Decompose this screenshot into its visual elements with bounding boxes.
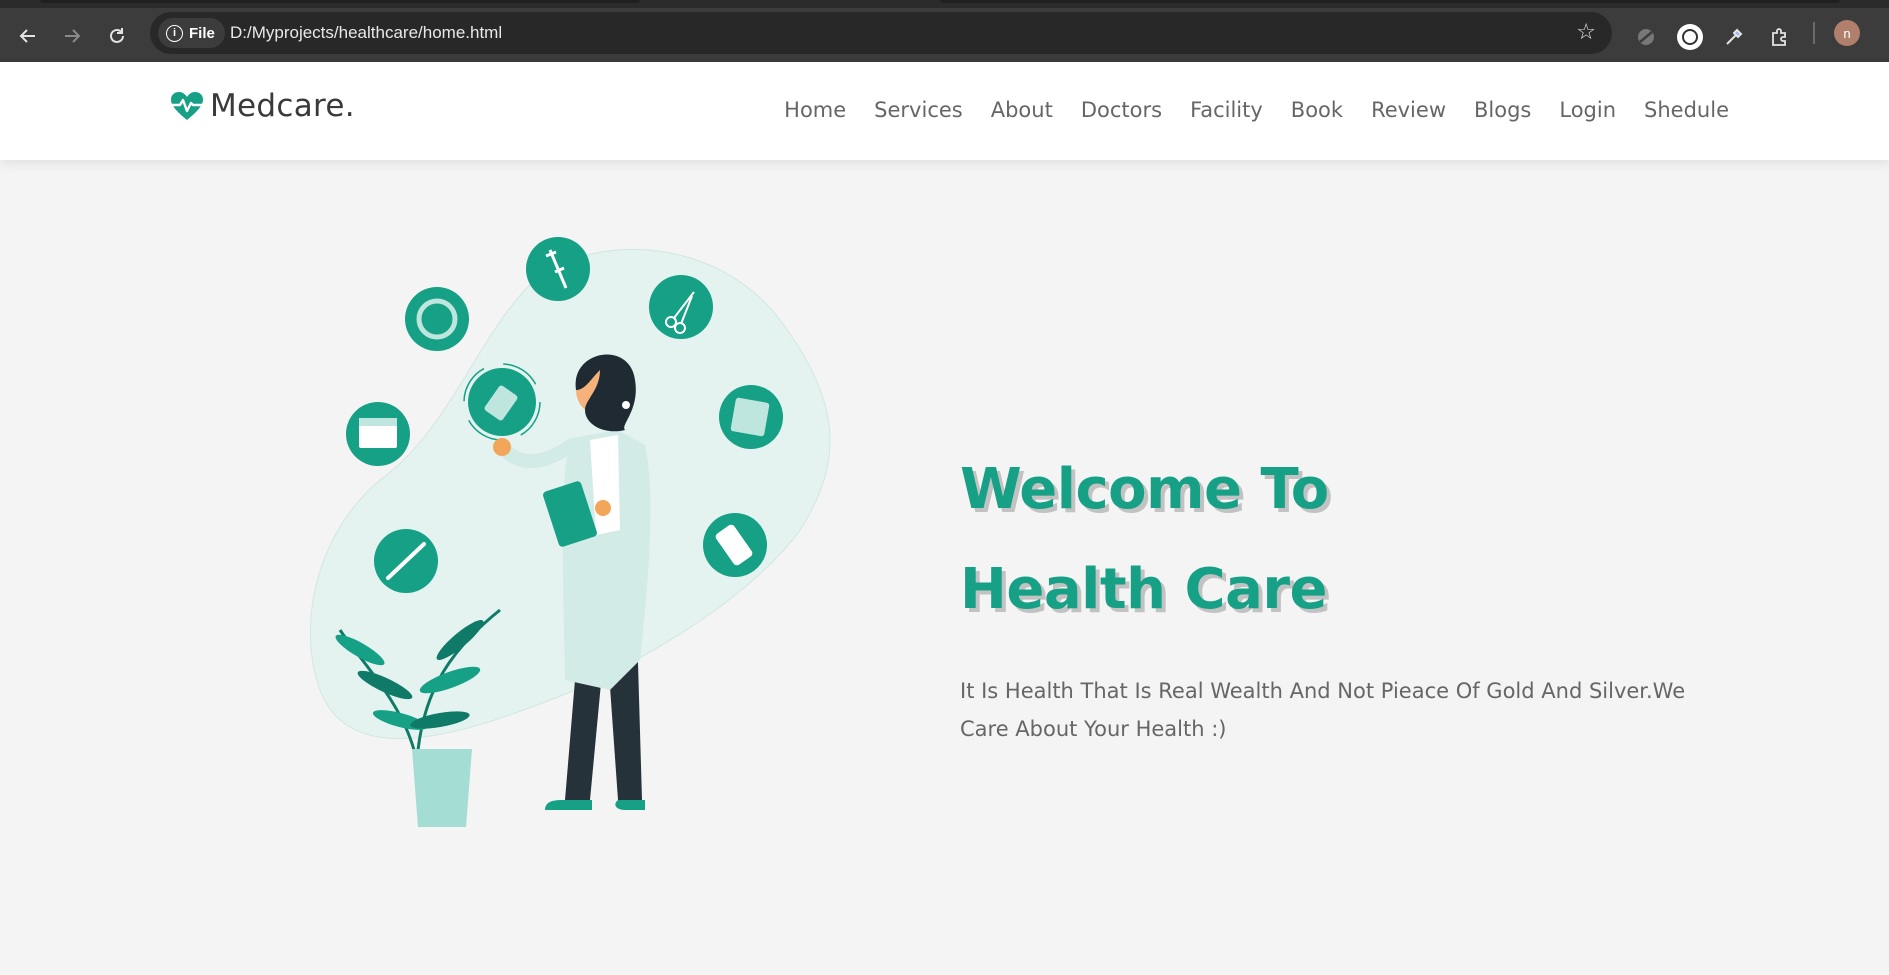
nav-login[interactable]: Login xyxy=(1559,98,1616,122)
main-nav: Home Services About Doctors Facility Boo… xyxy=(784,98,1729,122)
forward-arrow-icon xyxy=(65,29,81,43)
eyedropper-icon[interactable] xyxy=(1719,22,1749,52)
tab[interactable] xyxy=(940,0,1840,3)
forward-button[interactable] xyxy=(58,22,86,50)
bookmark-star-icon[interactable]: ☆ xyxy=(1576,20,1596,45)
hero-subtitle: It Is Health That Is Real Wealth And Not… xyxy=(960,679,1686,741)
nav-services[interactable]: Services xyxy=(874,98,963,122)
url-text[interactable]: D:/Myprojects/healthcare/home.html xyxy=(230,23,502,43)
browser-toolbar: i File D:/Myprojects/healthcare/home.htm… xyxy=(0,8,1889,62)
hero-section: Welcome To Health Care It Is Health That… xyxy=(960,440,1720,748)
address-bar[interactable]: i File D:/Myprojects/healthcare/home.htm… xyxy=(150,12,1612,54)
back-arrow-icon xyxy=(19,29,35,43)
nav-blogs[interactable]: Blogs xyxy=(1474,98,1531,122)
nav-shedule[interactable]: Shedule xyxy=(1644,98,1729,122)
site-header: Medcare. Home Services About Doctors Fac… xyxy=(0,62,1889,160)
extension-circle-icon[interactable] xyxy=(1675,22,1705,52)
ring-icon xyxy=(405,287,469,351)
profile-avatar[interactable]: n xyxy=(1834,20,1860,46)
heartbeat-icon xyxy=(171,92,203,120)
browser-chrome: i File D:/Myprojects/healthcare/home.htm… xyxy=(0,0,1889,62)
site-info-label: File xyxy=(189,24,215,42)
hero-title: Welcome To Health Care xyxy=(960,440,1720,640)
blocked-extension-icon[interactable] xyxy=(1631,22,1661,52)
hero-title-line2: Health Care xyxy=(960,557,1327,622)
nav-doctors[interactable]: Doctors xyxy=(1081,98,1162,122)
info-icon: i xyxy=(166,24,183,42)
hero-title-line1: Welcome To xyxy=(960,457,1329,522)
nav-about[interactable]: About xyxy=(991,98,1053,122)
nav-book[interactable]: Book xyxy=(1291,98,1343,122)
nav-review[interactable]: Review xyxy=(1371,98,1446,122)
scissors-icon xyxy=(649,275,713,339)
thermometer-icon xyxy=(374,529,438,593)
reload-button[interactable] xyxy=(103,22,131,50)
calendar-icon xyxy=(346,402,410,466)
nav-facility[interactable]: Facility xyxy=(1190,98,1263,122)
syringe-icon xyxy=(526,237,590,301)
site-logo[interactable]: Medcare. xyxy=(170,88,355,124)
puzzle-extensions-icon[interactable] xyxy=(1765,22,1795,52)
back-button[interactable] xyxy=(14,22,42,50)
bandage-icon xyxy=(463,363,541,441)
medicine-box-icon xyxy=(719,385,783,449)
reload-icon xyxy=(110,28,124,43)
tab[interactable] xyxy=(40,0,640,3)
nav-home[interactable]: Home xyxy=(784,98,846,122)
pill-pack-icon xyxy=(703,513,767,577)
site-info-chip[interactable]: i File xyxy=(158,18,225,48)
toolbar-divider xyxy=(1813,22,1815,44)
hero-illustration xyxy=(300,230,860,840)
logo-text: Medcare. xyxy=(210,88,355,124)
